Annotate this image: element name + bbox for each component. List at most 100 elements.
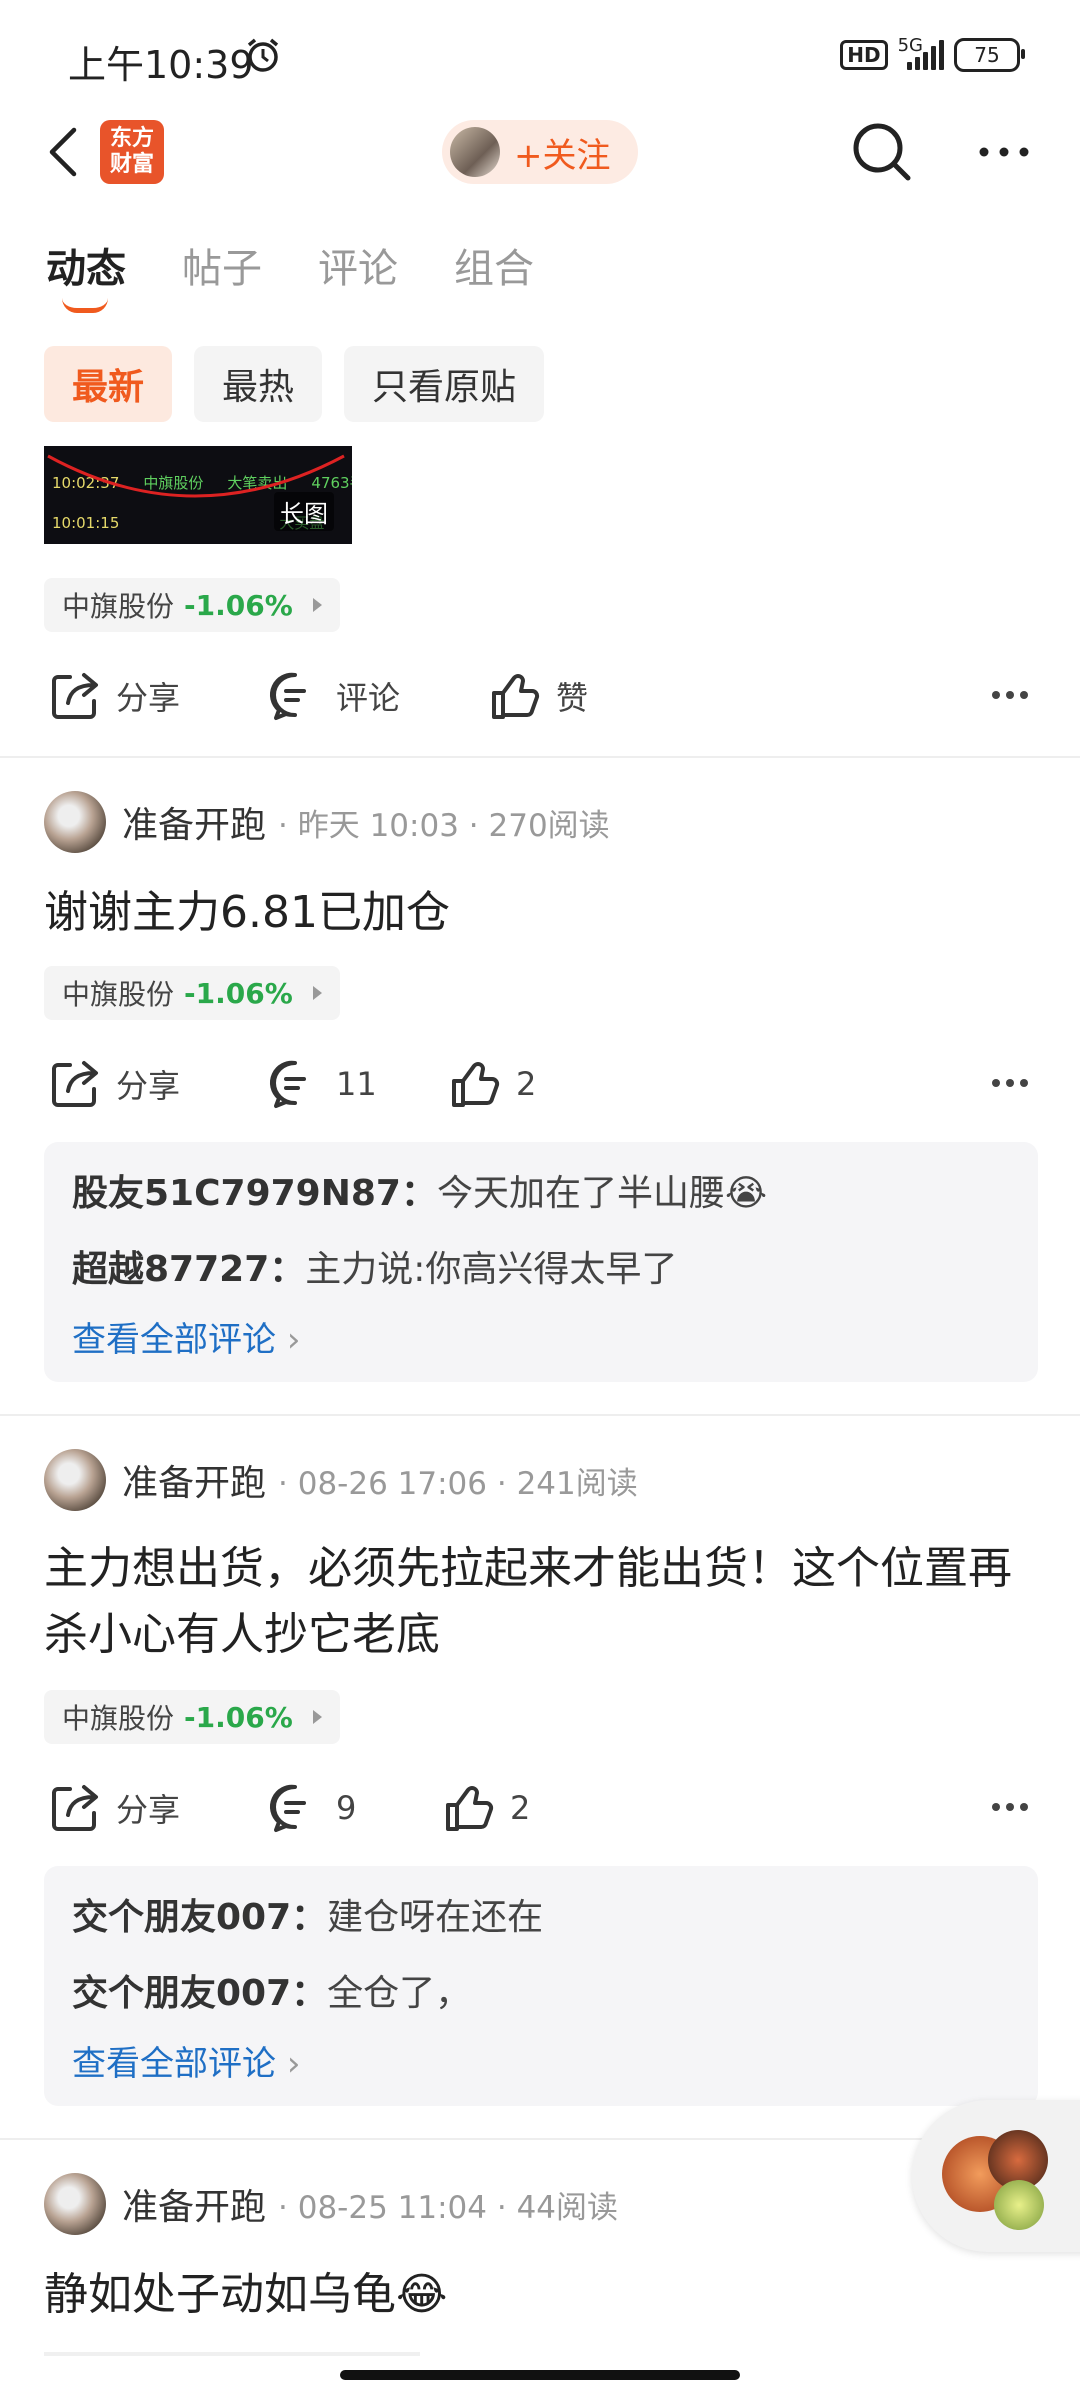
comment-icon bbox=[269, 1060, 306, 1108]
comment-count: 11 bbox=[336, 1065, 377, 1103]
comment-button[interactable]: 11 bbox=[268, 1054, 377, 1114]
more-icon[interactable] bbox=[976, 134, 1032, 170]
share-button[interactable]: 分享 bbox=[48, 1778, 180, 1838]
stock-tag[interactable]: 中旗股份 -1.06% bbox=[44, 1690, 340, 1744]
post-meta: · 08-26 17:06 · 241阅读 bbox=[278, 1465, 638, 1502]
post-more-icon[interactable] bbox=[986, 684, 1028, 703]
post-more-icon[interactable] bbox=[986, 1796, 1028, 1815]
comment-button[interactable]: 评论 bbox=[268, 666, 400, 726]
chevron-right-icon bbox=[312, 598, 322, 612]
stock-tag[interactable]: 中旗股份 -1.06% bbox=[44, 966, 340, 1020]
like-count: 2 bbox=[510, 1789, 531, 1827]
filter-bar: 最新 最热 只看原贴 bbox=[44, 346, 545, 422]
post-meta: · 08-25 11:04 · 44阅读 bbox=[278, 2189, 619, 2226]
signal-icon bbox=[907, 40, 944, 70]
comment-preview[interactable]: 交个朋友007：建仓呀在还在 交个朋友007：全仓了， 查看全部评论 › bbox=[44, 1866, 1038, 2106]
comment-line: 交个朋友007：建仓呀在还在 bbox=[72, 1897, 544, 1938]
alarm-icon bbox=[247, 38, 279, 72]
logo-line1: 东方 bbox=[109, 126, 154, 151]
share-icon bbox=[52, 1785, 98, 1831]
stock-name: 中旗股份 bbox=[62, 978, 175, 1011]
post-content[interactable]: 谢谢主力6.81已加仓 bbox=[44, 880, 1034, 946]
filter-hot[interactable]: 最热 bbox=[194, 346, 323, 422]
share-button[interactable]: 分享 bbox=[48, 1054, 180, 1114]
stock-change: -1.06% bbox=[184, 976, 293, 1010]
like-button[interactable]: 2 bbox=[442, 1778, 530, 1838]
post-actions: 分享 11 2 bbox=[48, 1054, 1028, 1114]
avatar bbox=[994, 2180, 1044, 2230]
comment-button[interactable]: 9 bbox=[268, 1778, 356, 1838]
post-meta: · 昨天 10:03 · 270阅读 bbox=[278, 807, 610, 844]
share-label: 分享 bbox=[116, 1067, 181, 1105]
user-avatar bbox=[450, 127, 500, 177]
comment-count: 9 bbox=[336, 1789, 357, 1827]
divider bbox=[0, 1414, 1080, 1416]
thumbs-up-icon bbox=[492, 674, 540, 719]
long-image-badge: 长图 bbox=[274, 492, 334, 531]
like-button[interactable]: 赞 bbox=[488, 666, 588, 726]
like-label: 赞 bbox=[556, 679, 589, 717]
stock-tag[interactable]: 中旗股份 -1.06% bbox=[44, 578, 340, 632]
status-bar: 上午10:39 HD 5G 75 bbox=[0, 0, 1080, 110]
post-actions: 分享 9 2 bbox=[48, 1778, 1028, 1838]
comment-label: 评论 bbox=[336, 679, 401, 717]
comment-preview[interactable]: 股友51C7979N87：今天加在了半山腰😭 超越87727：主力说:你高兴得太… bbox=[44, 1142, 1038, 1382]
thumbs-up-icon bbox=[452, 1062, 500, 1107]
chevron-right-icon: › bbox=[286, 1320, 301, 1360]
post-more-icon[interactable] bbox=[986, 1072, 1028, 1091]
battery-icon: 75 bbox=[954, 38, 1025, 72]
share-icon bbox=[52, 1061, 98, 1107]
filter-latest[interactable]: 最新 bbox=[44, 346, 173, 422]
like-button[interactable]: 2 bbox=[448, 1054, 536, 1114]
author-name: 准备开跑 bbox=[122, 1463, 267, 1504]
search-icon[interactable] bbox=[850, 120, 914, 184]
see-all-comments-link[interactable]: 查看全部评论 › bbox=[72, 2036, 300, 2085]
floating-avatars-button[interactable] bbox=[912, 2100, 1080, 2252]
chevron-right-icon: › bbox=[286, 2044, 301, 2084]
follow-button[interactable]: +关注 bbox=[442, 120, 638, 184]
share-button[interactable]: 分享 bbox=[48, 666, 180, 726]
stock-name: 中旗股份 bbox=[62, 1702, 175, 1735]
hd-icon: HD bbox=[840, 40, 888, 70]
stock-name: 中旗股份 bbox=[62, 590, 175, 623]
post-author[interactable]: 准备开跑 · 昨天 10:03 · 270阅读 bbox=[44, 790, 610, 854]
share-label: 分享 bbox=[116, 1791, 181, 1829]
tab-comments[interactable]: 评论 bbox=[318, 236, 398, 294]
tab-posts[interactable]: 帖子 bbox=[182, 236, 262, 294]
chevron-right-icon bbox=[312, 1710, 322, 1724]
post-content[interactable]: 主力想出货，必须先拉起来才能出货！这个位置再杀小心有人抄它老底 bbox=[44, 1536, 1034, 1668]
author-name: 准备开跑 bbox=[122, 805, 267, 846]
tab-dynamic[interactable]: 动态 bbox=[46, 236, 126, 313]
back-icon[interactable] bbox=[44, 124, 84, 180]
comment-icon bbox=[269, 672, 306, 720]
stock-change: -1.06% bbox=[184, 1700, 293, 1734]
avatar[interactable] bbox=[44, 2173, 106, 2235]
like-count: 2 bbox=[516, 1065, 537, 1103]
post-content[interactable]: 静如处子动如乌龟😂 bbox=[44, 2262, 1034, 2328]
post-image-thumbnail[interactable]: 10:02:37中旗股份大笔卖出4763手 10:01:15大买盘 长图 bbox=[44, 446, 352, 544]
status-right: HD 5G 75 bbox=[840, 35, 1025, 72]
home-indicator[interactable] bbox=[340, 2370, 740, 2380]
tab-portfolio[interactable]: 组合 bbox=[454, 236, 534, 294]
follow-label: +关注 bbox=[514, 135, 611, 176]
see-all-comments-link[interactable]: 查看全部评论 › bbox=[72, 1312, 300, 1361]
stock-tag-partial bbox=[44, 2352, 420, 2356]
logo-line2: 财富 bbox=[109, 152, 154, 177]
share-icon bbox=[52, 673, 98, 719]
thumbs-up-icon bbox=[446, 1786, 494, 1831]
post-author[interactable]: 准备开跑 · 08-25 11:04 · 44阅读 bbox=[44, 2172, 618, 2236]
post-author[interactable]: 准备开跑 · 08-26 17:06 · 241阅读 bbox=[44, 1448, 638, 1512]
comment-line: 交个朋友007：全仓了， bbox=[72, 1973, 472, 2014]
stock-change: -1.06% bbox=[184, 588, 293, 622]
divider bbox=[0, 2138, 1080, 2140]
filter-original-only[interactable]: 只看原贴 bbox=[344, 346, 545, 422]
avatar[interactable] bbox=[44, 1449, 106, 1511]
comment-line: 股友51C7979N87：今天加在了半山腰😭 bbox=[72, 1173, 768, 1214]
comment-line: 超越87727：主力说:你高兴得太早了 bbox=[72, 1249, 678, 1290]
avatar[interactable] bbox=[44, 791, 106, 853]
divider bbox=[0, 756, 1080, 758]
share-label: 分享 bbox=[116, 679, 181, 717]
status-time: 上午10:39 bbox=[68, 43, 254, 87]
comment-icon bbox=[269, 1784, 306, 1832]
app-logo: 东方 财富 bbox=[100, 120, 164, 184]
